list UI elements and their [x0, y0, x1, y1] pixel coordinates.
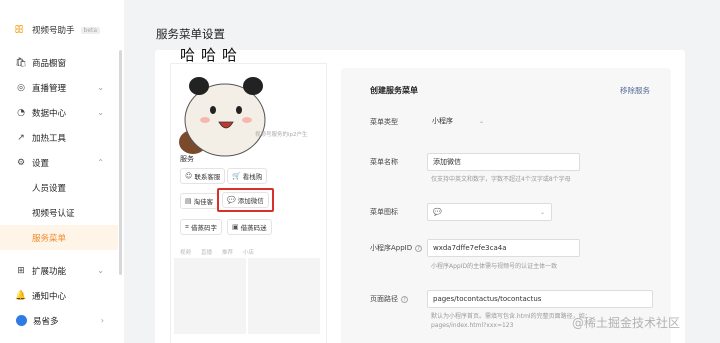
sidebar-item-label: 易省多	[33, 316, 59, 327]
chart-icon: ◔	[17, 107, 25, 118]
sidebar-item-label: 视频号认证	[32, 208, 75, 219]
appid-hint: 小程序AppID的主体需与视频号的认证主体一致	[431, 263, 558, 270]
preview-button-label: 借蒸码迷	[240, 224, 267, 232]
highlight-box	[217, 188, 274, 212]
sidebar-item-extend[interactable]: ⊞ 扩展功能 ⌄	[0, 258, 118, 283]
preview-tab[interactable]: 小店	[243, 248, 254, 256]
preview-service-button[interactable]: ▤ 淘佳客	[180, 193, 219, 209]
menu-type-label: 菜单类型	[370, 118, 398, 126]
appid-input[interactable]: wxda7dffe7efe3ca4a	[427, 239, 580, 257]
page-path-label-text: 页面路径	[370, 295, 398, 303]
menu-icon-label: 菜单图标	[370, 208, 398, 216]
sidebar-item-account[interactable]: 易省多 ›	[0, 308, 118, 333]
chevron-down-icon: ⌄	[97, 108, 104, 117]
appid-label-text: 小程序AppID	[370, 244, 413, 252]
menu-type-select[interactable]: 小程序 ⌄	[427, 112, 490, 130]
live-icon: ◎	[17, 82, 25, 93]
preview-service-button[interactable]: ⌗ 借蒸码字	[180, 219, 222, 235]
sidebar-nav: 🛍 商品橱窗 ◎ 直播管理 ⌄ ◔ 数据中心 ⌄ ↗ 加热工具 ⚙ 设置 ⌃ 人…	[0, 50, 118, 250]
doc-icon: ▤	[185, 197, 192, 205]
sidebar-item-verify[interactable]: 视频号认证	[0, 200, 118, 225]
code-icon: ⌗	[185, 222, 189, 231]
menu-name-value: 添加微信	[433, 158, 461, 166]
chevron-down-icon: ⌄	[97, 266, 104, 275]
trend-icon: ↗	[17, 132, 25, 143]
sidebar: ꕥ 视频号助手 beta 🛍 商品橱窗 ◎ 直播管理 ⌄ ◔ 数据中心 ⌄ ↗ …	[0, 0, 124, 343]
chevron-down-icon: ⌄	[539, 208, 545, 216]
sidebar-item-live[interactable]: ◎ 直播管理 ⌄	[0, 75, 118, 100]
preview-button-label: 借蒸码字	[190, 224, 217, 232]
chat-icon: ☺	[185, 172, 193, 180]
preview-service-button[interactable]: ☺ 联系客服	[180, 168, 226, 184]
preview-video-thumb[interactable]	[174, 258, 246, 334]
sidebar-item-label: 数据中心	[32, 108, 67, 119]
brand-name: 视频号助手	[32, 26, 75, 36]
gear-icon: ⚙	[16, 157, 26, 168]
sidebar-item-label: 通知中心	[32, 291, 67, 302]
preview-section-label: 服务	[180, 155, 194, 163]
sidebar-item-label: 人员设置	[32, 183, 67, 194]
watermark: @稀土掘金技术社区	[572, 316, 681, 330]
preview-caption: 视频号服务的ip2户生	[255, 132, 308, 138]
sidebar-item-label: 加热工具	[32, 133, 67, 144]
remove-service-link[interactable]: 移除服务	[620, 85, 650, 96]
page-path-label: 页面路径?	[370, 294, 408, 304]
sidebar-item-goods[interactable]: 🛍 商品橱窗	[0, 50, 118, 75]
butterfly-logo-icon: ꕥ	[14, 23, 25, 36]
preview-service-button[interactable]: 🛒 看栈购	[227, 168, 268, 184]
chevron-down-icon: ⌄	[478, 117, 484, 125]
sidebar-item-label: 服务菜单	[32, 233, 67, 244]
cart-icon: 🛒	[232, 172, 241, 180]
form-title: 创建服务菜单	[370, 86, 418, 95]
preview-button-label: 看栈购	[242, 173, 263, 181]
brand[interactable]: ꕥ 视频号助手 beta	[14, 23, 101, 36]
page-title: 服务菜单设置	[156, 27, 225, 41]
avatar	[16, 315, 27, 326]
sidebar-item-boost[interactable]: ↗ 加热工具	[0, 125, 118, 150]
shopping-bag-icon: 🛍	[15, 57, 27, 68]
bell-icon: 🔔	[15, 290, 27, 301]
chevron-up-icon: ⌃	[97, 158, 104, 167]
page-path-example: pages/index.html?xxx=123	[431, 322, 514, 329]
preview-tab[interactable]: 直播	[201, 248, 212, 256]
page-path-hint: 默认为小程序首页。需填写包含.html的完整页面路径，如：	[431, 313, 591, 320]
appid-label: 小程序AppID?	[370, 243, 423, 253]
page-path-value: pages/tocontactus/tocontactus	[433, 295, 542, 303]
sidebar-item-data[interactable]: ◔ 数据中心 ⌄	[0, 100, 118, 125]
sidebar-scrollbar[interactable]	[119, 50, 122, 275]
preview-button-label: 联系客服	[194, 173, 221, 181]
sidebar-item-label: 设置	[32, 158, 50, 169]
preview-tab[interactable]: 视频	[180, 248, 191, 256]
meme-text: 哈哈哈	[180, 46, 244, 64]
sidebar-item-service-menu[interactable]: 服务菜单	[0, 225, 118, 250]
menu-name-input[interactable]: 添加微信	[427, 153, 580, 171]
preview-tab[interactable]: 推荐	[222, 248, 233, 256]
help-icon[interactable]: ?	[401, 296, 408, 303]
menu-icon-value: 💬	[433, 208, 442, 216]
sidebar-item-staff[interactable]: 人员设置	[0, 175, 118, 200]
extend-icon: ⊞	[17, 265, 25, 276]
sidebar-item-notify[interactable]: 🔔 通知中心	[0, 283, 118, 308]
image-icon: ▣	[232, 223, 239, 231]
preview-service-button[interactable]: ▣ 借蒸码迷	[227, 219, 272, 235]
menu-name-label: 菜单名称	[370, 158, 398, 166]
preview-button-label: 淘佳客	[193, 198, 214, 206]
sidebar-item-settings[interactable]: ⚙ 设置 ⌃	[0, 150, 118, 175]
sidebar-item-label: 商品橱窗	[32, 58, 67, 69]
preview-tabs: 视频 直播 推荐 小店	[180, 248, 254, 256]
menu-icon-select[interactable]: 💬 ⌄	[427, 203, 552, 221]
menu-name-hint: 仅支持中英文和数字，字数不超过4个汉字或8个字母	[431, 176, 571, 183]
menu-type-value: 小程序	[432, 117, 453, 125]
preview-video-thumb[interactable]	[248, 258, 320, 334]
brand-tag: beta	[80, 26, 101, 34]
sidebar-bottom: ⊞ 扩展功能 ⌄ 🔔 通知中心 易省多 ›	[0, 258, 118, 333]
page-path-input[interactable]: pages/tocontactus/tocontactus	[427, 290, 653, 308]
chevron-right-icon: ›	[100, 316, 104, 325]
chevron-down-icon: ⌄	[97, 83, 104, 92]
sidebar-item-label: 扩展功能	[32, 266, 67, 277]
appid-value: wxda7dffe7efe3ca4a	[433, 244, 507, 252]
sidebar-item-label: 直播管理	[32, 83, 67, 94]
help-icon[interactable]: ?	[415, 245, 423, 252]
